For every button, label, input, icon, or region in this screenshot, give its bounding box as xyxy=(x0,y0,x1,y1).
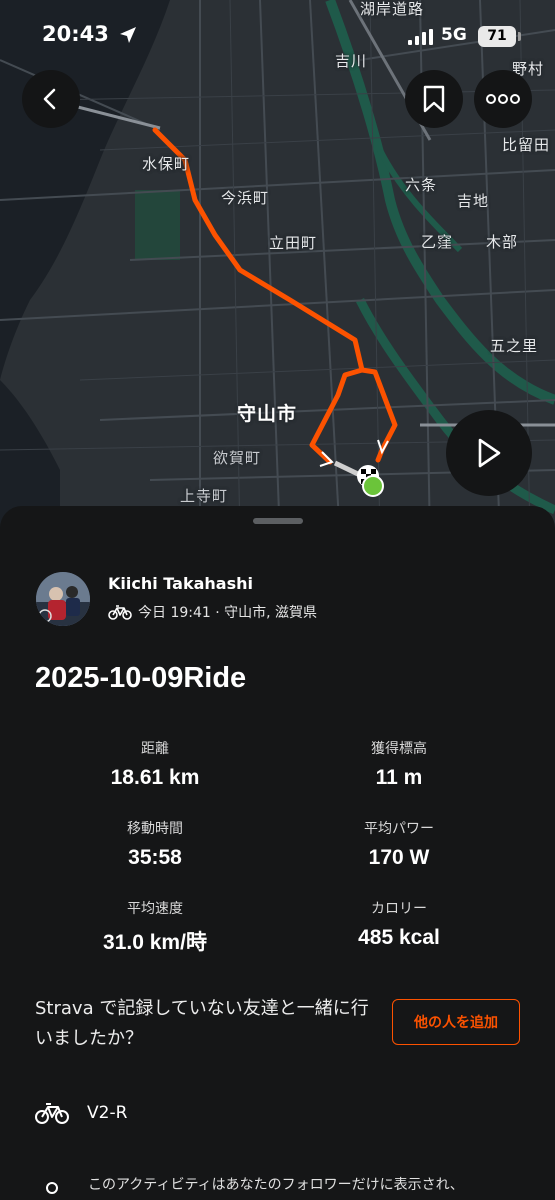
activity-title: 2025-10-09Ride xyxy=(35,662,247,694)
stat-value: 31.0 km/時 xyxy=(103,931,207,954)
more-button[interactable] xyxy=(474,70,532,128)
activity-sheet: Kiichi Takahashi 今日 19:41 · 守山市, 滋賀県 202… xyxy=(0,506,555,1200)
privacy-note: このアクティビティはあなたのフォロワーだけに表示され、 xyxy=(38,1174,464,1200)
activity-meta: 今日 19:41 · 守山市, 滋賀県 xyxy=(108,602,317,622)
location-arrow-icon xyxy=(120,27,136,43)
chevron-left-icon xyxy=(43,88,56,110)
signal-icon xyxy=(408,29,433,45)
followers-icon xyxy=(46,1182,58,1194)
battery-tip xyxy=(518,32,521,41)
map-label-gonosato: 五之里 xyxy=(490,337,539,355)
status-bar: 20:43 5G 71 xyxy=(0,0,555,70)
invite-prompt: Strava で記録していない友達と一緒に行いましたか？ xyxy=(35,998,369,1049)
gear-name: V2-R xyxy=(87,1103,128,1123)
map-label-mihocho: 水保町 xyxy=(142,155,191,173)
play-flyover-button[interactable] xyxy=(446,410,532,496)
bike-icon xyxy=(35,1103,69,1124)
network-type: 5G xyxy=(441,25,467,45)
map-label-kamiteracho: 上寺町 xyxy=(180,487,229,505)
privacy-text: このアクティビティはあなたのフォロワーだけに表示され、 xyxy=(88,1177,464,1193)
play-icon xyxy=(478,438,501,468)
add-people-button[interactable]: 他の人を追加 xyxy=(392,999,520,1045)
athlete-name[interactable]: Kiichi Takahashi xyxy=(108,574,253,593)
stat-label: 獲得標高 xyxy=(371,741,427,757)
stat-label: 移動時間 xyxy=(127,821,183,837)
map-label-hiruda: 比留田 xyxy=(502,136,551,154)
stat-label: カロリー xyxy=(371,901,427,917)
more-icon xyxy=(486,94,520,104)
map-label-yoshiji: 吉地 xyxy=(457,192,490,210)
bookmark-button[interactable] xyxy=(405,70,463,128)
stat-label: 平均パワー xyxy=(364,821,434,837)
avatar-image xyxy=(36,572,90,626)
back-button[interactable] xyxy=(22,70,80,128)
stat-value: 170 W xyxy=(368,846,430,869)
battery-icon: 71 xyxy=(478,26,516,47)
sheet-drag-handle[interactable] xyxy=(253,518,303,524)
activity-date-location: 今日 19:41 · 守山市, 滋賀県 xyxy=(138,605,318,621)
stat-value: 11 m xyxy=(375,766,423,789)
bike-icon xyxy=(108,605,132,620)
map-label-imahamacho: 今浜町 xyxy=(221,189,270,207)
stat-avg-power: 平均パワー 170 W xyxy=(274,818,524,870)
stat-value: 485 kcal xyxy=(358,926,440,949)
stat-distance: 距離 18.61 km xyxy=(30,738,280,790)
map-label-otsuri: 乙窪 xyxy=(421,233,454,251)
stat-label: 平均速度 xyxy=(127,901,183,917)
stat-avg-speed: 平均速度 31.0 km/時 xyxy=(30,898,280,956)
map-label-tatedacho: 立田町 xyxy=(269,234,318,252)
athlete-avatar[interactable] xyxy=(36,572,90,626)
map-label-moriyama: 守山市 xyxy=(237,403,298,425)
map-label-hogacho: 欲賀町 xyxy=(213,449,262,467)
map-label-rokujo: 六条 xyxy=(405,176,438,194)
stat-value: 35:58 xyxy=(128,846,182,869)
stat-value: 18.61 km xyxy=(110,766,200,789)
stat-elevation: 獲得標高 11 m xyxy=(274,738,524,790)
map-label-kibe: 木部 xyxy=(486,233,519,251)
status-time: 20:43 xyxy=(42,22,109,46)
stat-label: 距離 xyxy=(141,741,169,757)
gear-row[interactable]: V2-R xyxy=(35,1102,127,1124)
stat-calories: カロリー 485 kcal xyxy=(274,898,524,950)
start-marker xyxy=(362,475,384,497)
bookmark-icon xyxy=(423,85,445,113)
stat-moving-time: 移動時間 35:58 xyxy=(30,818,280,870)
